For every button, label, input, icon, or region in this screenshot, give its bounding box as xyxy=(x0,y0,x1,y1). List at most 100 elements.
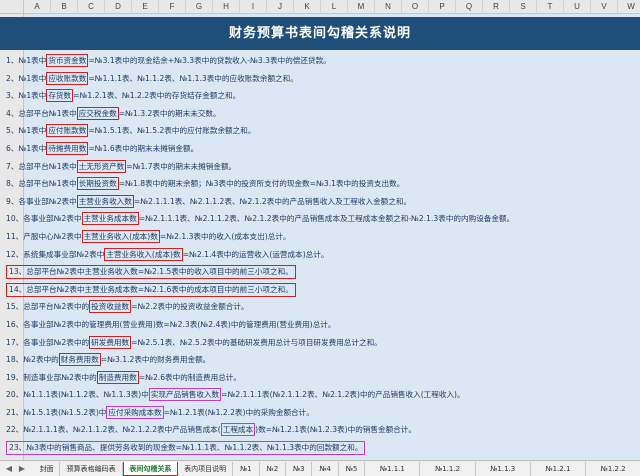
list-item[interactable]: 14、总部平台№2表中主营业务成本数=№2.1.6表中的成本项目中的前三小项之和… xyxy=(6,281,638,299)
column-header-O[interactable]: O xyxy=(402,0,429,14)
list-item-prefix: 22、№2.1.1.1表、№2.1.1.2表、№2.1.2.2表中产品销售成本( xyxy=(6,425,221,435)
highlighted-term: 待摊费用数 xyxy=(46,141,89,155)
list-item-formula: =№1.1.1表、№1.1.2表、№1.1.3表中的应收账款余额之和。 xyxy=(88,73,298,83)
column-header-W[interactable]: W xyxy=(618,0,640,14)
column-header-L[interactable]: L xyxy=(321,0,348,14)
list-item-prefix: 9、各事业部№2表中 xyxy=(6,196,77,206)
list-item-prefix: 16、各事业部№2表中的管理费用(营业费用)数=№2.3表(№2.4表)中的管理… xyxy=(6,319,336,329)
highlighted-term: 主营业务成本数 xyxy=(81,212,139,226)
sheet-title: 财务预算书表间勾稽关系说明 xyxy=(0,17,640,50)
column-header-R[interactable]: R xyxy=(483,0,510,14)
worksheet[interactable]: 财务预算书表间勾稽关系说明 1、№1表中 货币资金数 =№3.1表中的现金结余+№3… xyxy=(0,14,640,460)
column-header-K[interactable]: K xyxy=(294,0,321,14)
list-item[interactable]: 1、№1表中 货币资金数 =№3.1表中的现金结余+№3.3表中的贷款收入-№3.3… xyxy=(6,52,638,70)
list-item[interactable]: 19、制造事业部№2表中的 制造费用数 =№2.6表中的制造费用总计。 xyxy=(6,369,638,387)
list-item[interactable]: 16、各事业部№2表中的管理费用(营业费用)数=№2.3表(№2.4表)中的管理… xyxy=(6,316,638,334)
list-item-formula: =№3.1.2表中的财务费用金额。 xyxy=(100,355,211,365)
list-item[interactable]: 6、№1表中 待摊费用数 =№1.6表中的期末未摊销金额。 xyxy=(6,140,638,158)
list-item-prefix: 18、№2表中的 xyxy=(6,355,59,365)
list-item[interactable]: 2、№1表中 应收账款数 =№1.1.1表、№1.1.2表、№1.1.3表中的应收账… xyxy=(6,70,638,88)
column-header-F[interactable]: F xyxy=(159,0,186,14)
tab-scroll-left-icon[interactable]: ◀ xyxy=(3,463,15,475)
list-item-prefix: 6、№1表中 xyxy=(6,143,47,153)
sheet-tab[interactable]: №1.1.1 xyxy=(365,462,421,476)
list-item-formula: =№2.1.4表中的运营收入(运营成本)总计。 xyxy=(182,249,329,259)
column-header-A[interactable]: A xyxy=(24,0,51,14)
sheet-tab[interactable]: №1.2.1 xyxy=(531,462,586,476)
highlighted-term: 制造费用数 xyxy=(96,370,139,384)
list-item[interactable]: 12、系统集成事业部№2表中 主营业务收入(成本)数 =№2.1.4表中的运营收入(… xyxy=(6,246,638,264)
relationship-list: 1、№1表中 货币资金数 =№3.1表中的现金结余+№3.3表中的贷款收入-№3.3… xyxy=(6,52,638,457)
column-header-T[interactable]: T xyxy=(537,0,564,14)
highlighted-term: 土无形资产数 xyxy=(76,159,127,173)
list-item[interactable]: 3、№1表中 存货数 =№1.2.1表、№1.2.2表中的存货结存金额之和。 xyxy=(6,87,638,105)
column-header-P[interactable]: P xyxy=(429,0,456,14)
list-item-prefix: 5、№1表中 xyxy=(6,126,47,136)
column-header-N[interactable]: N xyxy=(375,0,402,14)
highlighted-term: 财务费用数 xyxy=(58,353,101,367)
list-item[interactable]: 18、№2表中的 财务费用数 =№3.1.2表中的财务费用金额。 xyxy=(6,351,638,369)
sheet-tab[interactable]: №2 xyxy=(260,462,286,476)
sheet-tab[interactable]: №1.1.3 xyxy=(476,462,531,476)
list-item-formula: )数=№1.2.1表(№1.2.3表)中的销售金额合计。 xyxy=(255,425,416,435)
highlighted-term: 应付账款数 xyxy=(46,124,89,138)
list-item-formula: =№1.5.1表、№1.5.2表中的应付账款余额之和。 xyxy=(88,126,256,136)
sheet-tab[interactable]: №1.2.2 xyxy=(586,462,640,476)
list-item-prefix: 8、总部平台№1表中 xyxy=(6,179,77,189)
highlighted-term: 应付采购成本数 xyxy=(106,405,164,419)
sheet-tab[interactable]: 表内项目说明 xyxy=(178,462,234,476)
list-item[interactable]: 15、总部平台№2表中的 投资收益数 =№2.2表中的投资收益金额合计。 xyxy=(6,298,638,316)
column-header-Q[interactable]: Q xyxy=(456,0,483,14)
list-item-text: 14、总部平台№2表中主营业务成本数=№2.1.6表中的成本项目中的前三小项之和… xyxy=(6,282,296,297)
column-header-J[interactable]: J xyxy=(267,0,294,14)
column-header-B[interactable]: B xyxy=(51,0,78,14)
list-item[interactable]: 22、№2.1.1.1表、№2.1.1.2表、№2.1.2.2表中产品销售成本(… xyxy=(6,421,638,439)
column-header-S[interactable]: S xyxy=(510,0,537,14)
list-item-formula: =№2.5.1表、№2.5.2表中的基础研发费用总计与项目研发费用总计之和。 xyxy=(131,337,382,347)
sheet-tab[interactable]: №4 xyxy=(312,462,339,476)
sheet-tab[interactable]: 预算表格编码表 xyxy=(60,462,123,476)
column-header-H[interactable]: H xyxy=(213,0,240,14)
sheet-tab[interactable]: №1.1.2 xyxy=(420,462,476,476)
list-item[interactable]: 20、№1.1.1表(№1.1.2表、№1.1.3表)中 实现产品销售收入数 =№2… xyxy=(6,386,638,404)
list-item-prefix: 17、各事业部№2表中的 xyxy=(6,337,90,347)
column-header-C[interactable]: C xyxy=(78,0,105,14)
list-item-formula: =№1.6表中的期末未摊销金额。 xyxy=(88,143,199,153)
list-item[interactable]: 4、总部平台№1表中 应交税金数 =№1.3.2表中的期末未交数。 xyxy=(6,105,638,123)
column-header-V[interactable]: V xyxy=(591,0,618,14)
list-item[interactable]: 9、各事业部№2表中 主营业务收入数 =№2.1.1.1表、№2.1.1.2表、№2… xyxy=(6,193,638,211)
highlighted-term: 投资收益数 xyxy=(89,300,132,314)
column-header-U[interactable]: U xyxy=(564,0,591,14)
list-item[interactable]: 21、№1.5.1表(№1.5.2表)中 应付采购成本数 =№1.2.1表(№1.2… xyxy=(6,404,638,422)
list-item[interactable]: 23、№3表中的销售商品、提供劳务收到的现金数=№1.1.1表、№1.1.2表、… xyxy=(6,439,638,457)
list-item[interactable]: 5、№1表中 应付账款数 =№1.5.1表、№1.5.2表中的应付账款余额之和。 xyxy=(6,122,638,140)
list-item[interactable]: 7、总部平台№1表中 土无形资产数 =№1.7表中的期末未摊销金额。 xyxy=(6,158,638,176)
tab-scroll-right-icon[interactable]: ▶ xyxy=(16,463,28,475)
list-item-formula: =№1.3.2表中的期末未交数。 xyxy=(118,108,221,118)
list-item-prefix: 3、№1表中 xyxy=(6,91,47,101)
highlighted-term: 主营业务收入(成本)数 xyxy=(81,229,160,243)
column-header-M[interactable]: M xyxy=(348,0,375,14)
select-all-corner[interactable] xyxy=(0,0,24,14)
list-item[interactable]: 11、产服中心№2表中 主营业务收入(成本)数 =№2.1.3表中的收入(成本支出)… xyxy=(6,228,638,246)
list-item-formula: =№1.7表中的期末未摊销金额。 xyxy=(126,161,237,171)
column-header-G[interactable]: G xyxy=(186,0,213,14)
sheet-tab[interactable]: №1 xyxy=(233,462,260,476)
column-header-E[interactable]: E xyxy=(132,0,159,14)
sheet-tab[interactable]: 封面 xyxy=(34,462,61,476)
sheet-tab[interactable]: 表间勾稽关系 xyxy=(122,462,178,476)
sheet-tab[interactable]: №3 xyxy=(286,462,313,476)
list-item-formula: =№1.2.1表(№1.2.2表)中的采购金额合计。 xyxy=(163,407,314,417)
list-item[interactable]: 8、总部平台№1表中 长期投资数 =№1.8表中的期末余额；№3表中的投资所支付的现… xyxy=(6,175,638,193)
list-item[interactable]: 10、各事业部№2表中 主营业务成本数 =№2.1.1.1表、№2.1.1.2表、№… xyxy=(6,210,638,228)
sheet-tab[interactable]: №5 xyxy=(339,462,366,476)
column-header-D[interactable]: D xyxy=(105,0,132,14)
list-item-text: 23、№3表中的销售商品、提供劳务收到的现金数=№1.1.1表、№1.1.2表、… xyxy=(6,441,366,456)
list-item[interactable]: 13、总部平台№2表中主营业务收入数=№2.1.5表中的收入项目中的前三小项之和… xyxy=(6,263,638,281)
column-header-I[interactable]: I xyxy=(240,0,267,14)
highlighted-term: 应交税金数 xyxy=(76,106,119,120)
list-item-formula: =№2.1.1.1表、№2.1.1.2表、№2.1.2表中的产品销售成本及工程成… xyxy=(138,214,515,224)
list-item-prefix: 12、系统集成事业部№2表中 xyxy=(6,249,105,259)
list-item-formula: =№1.8表中的期末余额；№3表中的投资所支付的现金数=№3.1表中的投资支出数… xyxy=(118,179,405,189)
list-item[interactable]: 17、各事业部№2表中的 研发费用数 =№2.5.1表、№2.5.2表中的基础研发费… xyxy=(6,334,638,352)
